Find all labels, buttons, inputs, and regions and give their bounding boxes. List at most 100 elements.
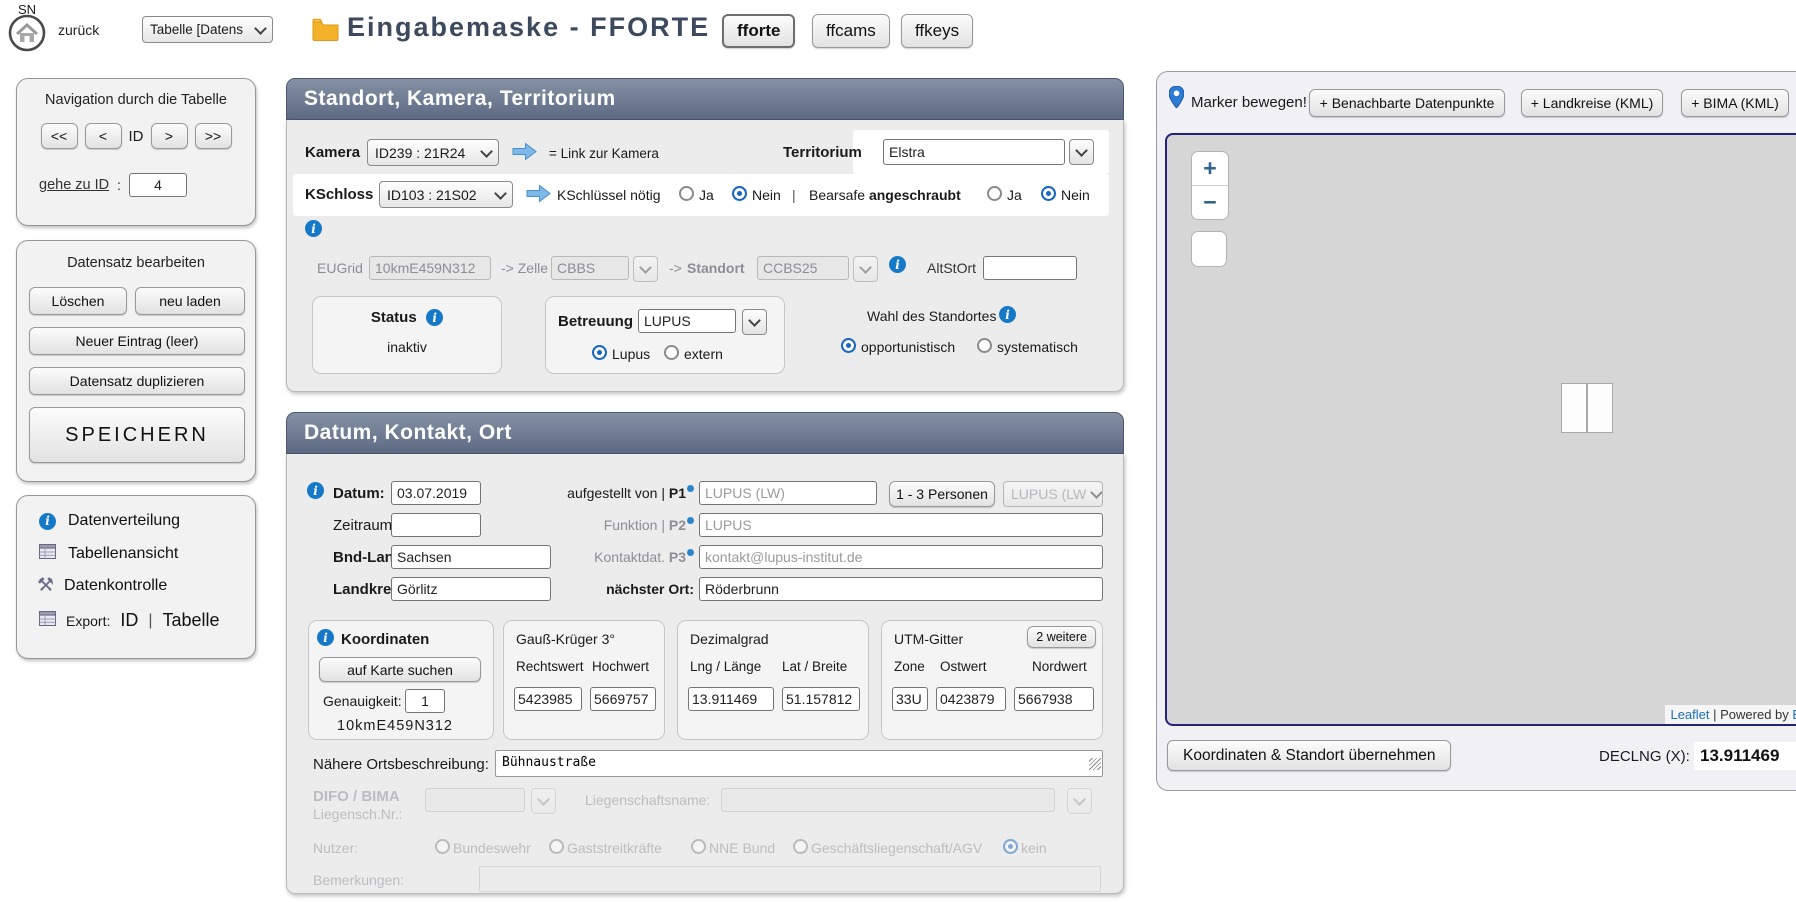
liegenschaftsname-label: Liegenschaftsname: bbox=[585, 792, 710, 808]
kschluessel-label: KSchlüssel nötig bbox=[557, 187, 661, 203]
map-layers-button[interactable] bbox=[1191, 231, 1227, 267]
utm-nordwert-input[interactable] bbox=[1014, 687, 1094, 711]
app-tab-fforte[interactable]: fforte bbox=[722, 14, 795, 48]
standort-info-icon[interactable]: i bbox=[889, 256, 906, 273]
gk-hochwert-input[interactable] bbox=[590, 687, 656, 711]
kamera-select[interactable]: ID239 : 21R24 bbox=[367, 139, 499, 166]
back-link[interactable]: zurück bbox=[58, 22, 99, 38]
datum-info-icon[interactable]: i bbox=[307, 482, 324, 499]
save-button[interactable]: SPEICHERN bbox=[29, 407, 245, 463]
datum-panel-body: i Datum: aufgestellt von | P1 1 - 3 Pers… bbox=[286, 454, 1124, 894]
datum-label: Datum: bbox=[333, 485, 385, 502]
nav-last-button[interactable]: >> bbox=[195, 123, 232, 149]
esri-link[interactable]: Esri bbox=[1792, 707, 1796, 722]
bearsafe-nein-radio[interactable] bbox=[1041, 186, 1056, 201]
p2-info-dot[interactable] bbox=[687, 517, 694, 524]
utm-zone-input[interactable] bbox=[892, 687, 928, 711]
ort-input[interactable] bbox=[699, 577, 1103, 601]
dg-lng-input[interactable] bbox=[688, 687, 774, 711]
home-icon[interactable] bbox=[8, 14, 46, 57]
wahl-systematisch-radio[interactable] bbox=[977, 338, 992, 353]
utm-ostwert-input[interactable] bbox=[936, 687, 1006, 711]
betreuung-extern-label: extern bbox=[684, 346, 723, 362]
table-select[interactable]: Tabelle [Datens bbox=[142, 16, 273, 43]
utm-more-button[interactable]: 2 weitere bbox=[1027, 626, 1096, 648]
kschluessel-nein-radio[interactable] bbox=[732, 186, 747, 201]
reload-button[interactable]: neu laden bbox=[135, 287, 245, 315]
zoom-in-button[interactable]: + bbox=[1192, 152, 1228, 185]
p3-info-dot[interactable] bbox=[687, 549, 694, 556]
p3-input[interactable] bbox=[699, 545, 1103, 569]
nav-first-button[interactable]: << bbox=[41, 123, 78, 149]
status-label: Status bbox=[371, 309, 417, 326]
altstort-input[interactable] bbox=[983, 256, 1077, 280]
datenverteilung-link[interactable]: Datenverteilung bbox=[68, 512, 180, 530]
p1-info-dot[interactable] bbox=[687, 485, 694, 492]
standort-panel-body: Kamera ID239 : 21R24 = Link zur Kamera T… bbox=[286, 120, 1124, 392]
territorium-input[interactable] bbox=[883, 139, 1065, 165]
p1-input[interactable] bbox=[699, 481, 877, 505]
goto-id-input[interactable] bbox=[129, 173, 187, 197]
nutzer-label: Nutzer: bbox=[313, 840, 358, 856]
p1-select-value: LUPUS (LW bbox=[1011, 486, 1086, 502]
utm-col-ostwert: Ostwert bbox=[940, 659, 987, 674]
resize-handle[interactable] bbox=[1089, 758, 1101, 770]
territorium-dropdown-button[interactable] bbox=[1069, 139, 1094, 165]
new-entry-button[interactable]: Neuer Eintrag (leer) bbox=[29, 327, 245, 355]
koordinaten-info-icon[interactable]: i bbox=[317, 629, 334, 646]
map-canvas[interactable]: + − Leaflet | Powered by Esri | © C bbox=[1165, 133, 1796, 726]
betreuung-extern-radio[interactable] bbox=[664, 345, 679, 360]
dg-lat-input[interactable] bbox=[782, 687, 860, 711]
personen-button[interactable]: 1 - 3 Personen bbox=[889, 481, 995, 507]
leaflet-link[interactable]: Leaflet bbox=[1670, 707, 1709, 722]
nav-prev-button[interactable]: < bbox=[85, 123, 122, 149]
wahl-opportunistisch-radio[interactable] bbox=[841, 338, 856, 353]
liegenschnr-input bbox=[425, 788, 525, 812]
nutzer-gaststreitkraefte-radio bbox=[549, 839, 564, 854]
betreuung-lupus-radio[interactable] bbox=[592, 345, 607, 360]
camera-link-arrow-icon[interactable] bbox=[511, 142, 538, 166]
bearsafe-ja-radio[interactable] bbox=[987, 186, 1002, 201]
kschloss-link-arrow-icon[interactable] bbox=[525, 184, 552, 208]
p2-input[interactable] bbox=[699, 513, 1103, 537]
kschloss-info-icon[interactable]: i bbox=[305, 220, 322, 237]
benachbarte-datenpunkte-button[interactable]: + Benachbarte Datenpunkte bbox=[1309, 89, 1505, 117]
eugrid-input bbox=[369, 256, 491, 280]
camera-link-hint: = Link zur Kamera bbox=[549, 146, 659, 161]
chevron-down-icon bbox=[254, 22, 267, 35]
utm-box: UTM-Gitter 2 weitere Zone Ostwert Nordwe… bbox=[881, 620, 1103, 740]
standort-arrow: -> bbox=[669, 260, 682, 276]
wahl-info-icon[interactable]: i bbox=[999, 306, 1016, 323]
app-tab-ffcams[interactable]: ffcams bbox=[812, 14, 890, 48]
zoom-out-button[interactable]: − bbox=[1192, 185, 1228, 219]
nav-next-button[interactable]: > bbox=[151, 123, 188, 149]
map-search-button[interactable]: auf Karte suchen bbox=[319, 657, 481, 682]
status-info-icon[interactable]: i bbox=[426, 309, 443, 326]
export-tabelle-link[interactable]: Tabelle bbox=[163, 610, 220, 631]
tabellenansicht-link[interactable]: Tabellenansicht bbox=[68, 545, 178, 563]
betreuung-dropdown-button[interactable] bbox=[742, 309, 767, 335]
edit-box: Datensatz bearbeiten Löschen neu laden N… bbox=[16, 240, 256, 482]
app-tab-ffkeys[interactable]: ffkeys bbox=[901, 14, 973, 48]
map-panel: Marker bewegen! + Benachbarte Datenpunkt… bbox=[1156, 71, 1796, 791]
zeitraum-input[interactable] bbox=[391, 513, 481, 537]
gk-title: Gauß-Krüger 3° bbox=[516, 631, 615, 647]
standort-panel-header: Standort, Kamera, Territorium bbox=[286, 78, 1124, 120]
datenkontrolle-link[interactable]: Datenkontrolle bbox=[64, 577, 167, 595]
bima-kml-button[interactable]: + BIMA (KML) bbox=[1681, 89, 1789, 117]
landkreise-kml-button[interactable]: + Landkreise (KML) bbox=[1521, 89, 1663, 117]
kschloss-select[interactable]: ID103 : 21S02 bbox=[379, 181, 513, 208]
duplicate-button[interactable]: Datensatz duplizieren bbox=[29, 367, 245, 395]
datum-input[interactable] bbox=[391, 481, 481, 505]
gk-rechtswert-input[interactable] bbox=[514, 687, 582, 711]
kschluessel-ja-radio[interactable] bbox=[679, 186, 694, 201]
betreuung-input[interactable] bbox=[638, 309, 736, 333]
goto-id-link[interactable]: gehe zu ID bbox=[39, 177, 109, 193]
export-id-link[interactable]: ID bbox=[120, 610, 138, 631]
delete-button[interactable]: Löschen bbox=[29, 287, 127, 315]
apply-coordinates-button[interactable]: Koordinaten & Standort übernehmen bbox=[1167, 740, 1451, 771]
map-attribution: Leaflet | Powered by Esri | © C bbox=[1665, 705, 1796, 724]
ortsbeschreibung-textarea[interactable]: Bühnaustraße bbox=[495, 750, 1103, 777]
genauigkeit-input[interactable] bbox=[405, 689, 445, 713]
standort-dropdown-button bbox=[853, 256, 878, 282]
